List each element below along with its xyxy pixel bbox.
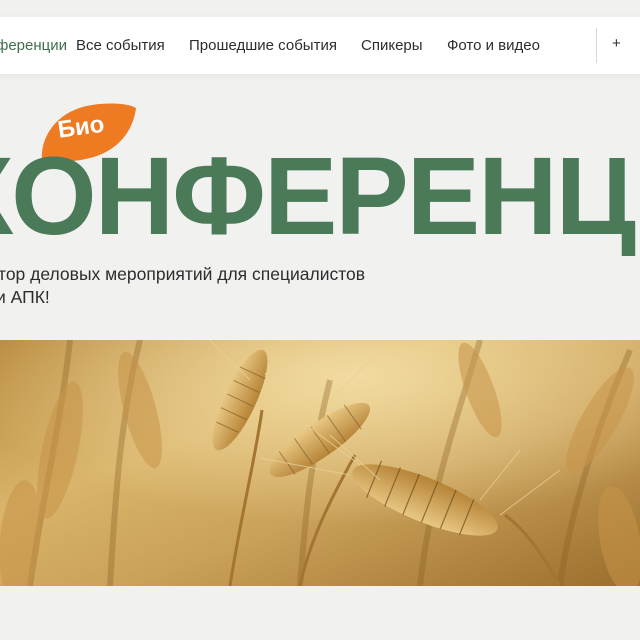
hero-subtitle-line-2: и АПК! [0, 286, 365, 309]
nav-item-past-events[interactable]: Прошедшие события [189, 37, 337, 55]
nav-item-all-events[interactable]: Все события [76, 37, 165, 55]
nav-item-speakers[interactable]: Спикеры [361, 37, 423, 55]
page: ференции Все события Прошедшие события С… [0, 0, 640, 640]
wheat-field-photo [0, 340, 640, 586]
nav-edge-icon[interactable]: + [612, 35, 621, 53]
top-navigation: ференции Все события Прошедшие события С… [0, 17, 640, 74]
nav-item-conferences[interactable]: ференции [0, 37, 67, 55]
nav-item-photo-video[interactable]: Фото и видео [447, 37, 540, 55]
hero-subtitle-line-1: тор деловых мероприятий для специалистов [0, 264, 366, 284]
hero-subtitle: тор деловых мероприятий для специалистов… [0, 263, 365, 309]
nav-divider [596, 28, 597, 63]
wheat-field-image [0, 340, 640, 586]
hero-title: КОНФЕРЕНЦИИ [0, 135, 640, 258]
hero-subtitle-line-2-text: и АПК! [0, 287, 50, 307]
